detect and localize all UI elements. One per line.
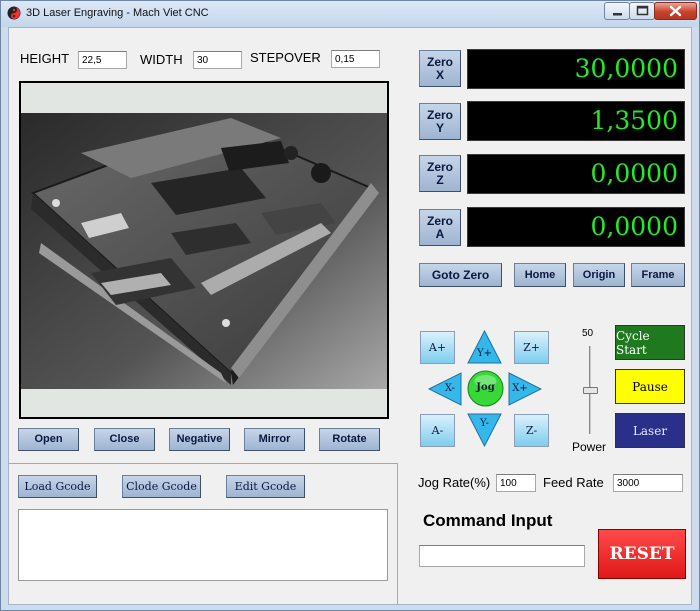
zero-z-label: Zero — [426, 159, 453, 174]
gcode-text-area[interactable] — [18, 509, 388, 581]
application-window: 3D Laser Engraving - Mach Viet CNC HEIGH… — [0, 0, 700, 611]
cycle-start-button[interactable]: Cycle Start — [615, 325, 685, 360]
minimize-icon — [613, 13, 622, 16]
zero-x-axis: X — [435, 67, 444, 82]
zero-y-button[interactable]: Zero Y — [419, 103, 461, 140]
jog-center-button[interactable]: Jog — [467, 370, 504, 407]
jog-a-plus-button[interactable]: A+ — [420, 331, 455, 364]
main-panel: HEIGHT WIDTH STEPOVER — [8, 27, 692, 605]
zero-z-button[interactable]: Zero Z — [419, 155, 461, 192]
rotate-button[interactable]: Rotate — [319, 428, 380, 451]
width-label: WIDTH — [140, 52, 183, 67]
jog-y-plus-button[interactable]: Y+ — [467, 329, 502, 364]
dro-a: 0,0000 — [467, 207, 685, 247]
zero-z-axis: Z — [436, 172, 444, 187]
close-button[interactable] — [654, 2, 697, 20]
jog-rate-label: Jog Rate(%) — [418, 475, 491, 490]
power-value: 50 — [582, 328, 594, 339]
app-logo-icon — [7, 6, 21, 20]
dro-y: 1,3500 — [467, 101, 685, 141]
home-button[interactable]: Home — [514, 263, 566, 287]
dro-x: 30,0000 — [467, 49, 685, 89]
mirror-button[interactable]: Mirror — [244, 428, 305, 451]
zero-x-button[interactable]: Zero X — [419, 50, 461, 87]
close-gcode-button[interactable]: Clode Gcode — [122, 475, 201, 498]
stepover-label: STEPOVER — [250, 50, 321, 65]
jog-rate-input[interactable] — [496, 474, 536, 492]
width-input[interactable] — [193, 51, 242, 69]
power-slider[interactable] — [579, 346, 601, 434]
zero-y-axis: Y — [435, 120, 444, 135]
maximize-icon — [636, 5, 649, 16]
negative-button[interactable]: Negative — [169, 428, 230, 451]
pause-button[interactable]: Pause — [615, 369, 685, 404]
jog-x-plus-button[interactable]: X+ — [508, 372, 543, 406]
jog-a-minus-button[interactable]: A- — [420, 414, 455, 447]
zero-a-label: Zero — [426, 213, 453, 228]
close-image-button[interactable]: Close — [94, 428, 155, 451]
zero-a-axis: A — [435, 226, 445, 241]
close-icon — [669, 5, 682, 17]
dro-z: 0,0000 — [467, 154, 685, 194]
jog-x-minus-label: X- — [444, 383, 456, 394]
title-bar[interactable]: 3D Laser Engraving - Mach Viet CNC — [1, 1, 699, 27]
zero-x-label: Zero — [426, 54, 453, 69]
maximize-button[interactable] — [629, 2, 655, 20]
jog-x-plus-label: X+ — [512, 383, 528, 394]
load-gcode-button[interactable]: Load Gcode — [18, 475, 97, 498]
jog-x-minus-button[interactable]: X- — [427, 372, 462, 406]
image-preview — [19, 81, 389, 419]
feed-rate-label: Feed Rate — [543, 475, 604, 490]
reset-button[interactable]: RESET — [598, 529, 686, 579]
height-label: HEIGHT — [20, 51, 70, 66]
stepover-input[interactable] — [331, 50, 380, 68]
open-button[interactable]: Open — [18, 428, 79, 451]
goto-zero-button[interactable]: Goto Zero — [419, 263, 502, 287]
laser-button[interactable]: Laser — [615, 413, 685, 448]
zero-y-label: Zero — [426, 107, 453, 122]
window-title: 3D Laser Engraving - Mach Viet CNC — [26, 7, 209, 19]
origin-button[interactable]: Origin — [573, 263, 625, 287]
zero-a-button[interactable]: Zero A — [419, 209, 461, 246]
jog-z-plus-button[interactable]: Z+ — [514, 331, 549, 364]
command-input-label: Command Input — [423, 511, 553, 530]
jog-y-minus-button[interactable]: Y- — [467, 413, 502, 448]
edit-gcode-button[interactable]: Edit Gcode — [226, 475, 305, 498]
height-input[interactable] — [78, 51, 127, 69]
jog-z-minus-button[interactable]: Z- — [514, 414, 549, 447]
frame-button[interactable]: Frame — [631, 263, 685, 287]
feed-rate-input[interactable] — [613, 474, 683, 492]
command-input[interactable] — [419, 545, 585, 567]
slider-thumb[interactable] — [583, 387, 598, 394]
power-label: Power — [572, 440, 607, 454]
cnc-board-photo — [21, 83, 387, 417]
jog-y-minus-label: Y- — [480, 418, 489, 429]
minimize-button[interactable] — [604, 2, 630, 20]
jog-center-label: Jog — [476, 382, 495, 393]
jog-y-plus-label: Y+ — [477, 348, 492, 359]
